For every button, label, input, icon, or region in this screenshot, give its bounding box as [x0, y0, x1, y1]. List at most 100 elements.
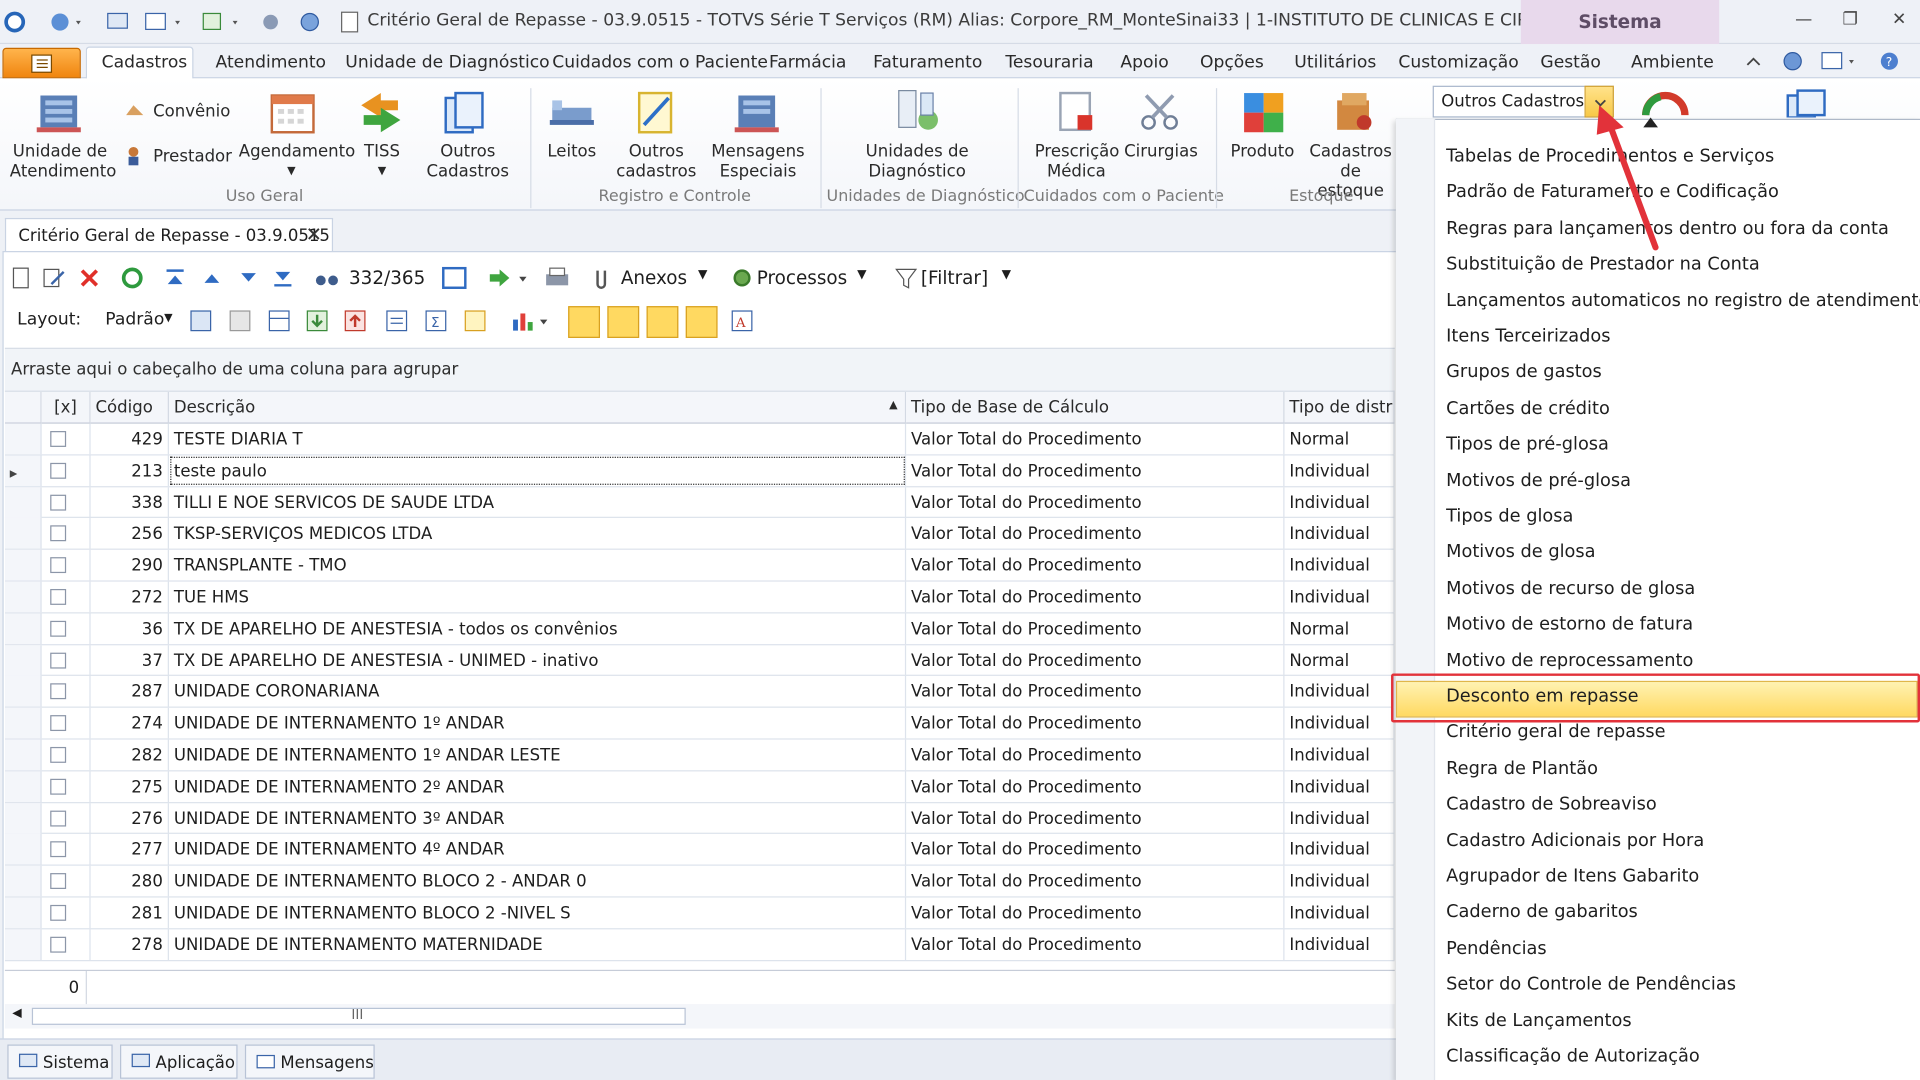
dropdown-item[interactable]: Tabelas de Procedimentos e Serviços [1446, 147, 1774, 167]
dropdown-item[interactable]: Cadastro de Sobreaviso [1446, 795, 1657, 815]
tab-cadastros[interactable]: Cadastros [102, 53, 188, 73]
layout-window-icon[interactable] [1820, 50, 1862, 72]
leitos-button[interactable]: Leitos [547, 142, 596, 162]
column-header-codigo[interactable]: Código [90, 391, 169, 424]
dropdown-item[interactable]: Itens Terceirizados [1446, 327, 1610, 347]
tiss-button[interactable]: TISS [364, 142, 401, 162]
row-indicator[interactable] [4, 644, 42, 676]
quick-access-help-globe-icon[interactable] [299, 11, 323, 33]
row-checkbox[interactable] [50, 841, 67, 858]
dropdown-item[interactable]: Substituição de Prestador na Conta [1446, 255, 1760, 275]
row-indicator[interactable] [4, 834, 42, 865]
row-indicator[interactable] [4, 929, 42, 960]
edit-record-icon[interactable] [42, 267, 66, 289]
column-header-select[interactable]: [x] [41, 391, 91, 424]
import-icon[interactable] [305, 309, 329, 333]
dropdown-item[interactable]: Regras para lançamentos dentro ou fora d… [1446, 219, 1889, 239]
group-by-panel[interactable]: Arraste aqui o cabeçalho de uma coluna p… [4, 347, 1395, 392]
row-indicator[interactable] [4, 550, 42, 581]
table-row[interactable]: 275 UNIDADE DE INTERNAMENTO 2º ANDAR Valor… [4, 771, 1395, 803]
context-tab-sistema[interactable]: Sistema [1520, 0, 1720, 45]
dropdown-item[interactable]: Padrão de Faturamento e Codificação [1446, 183, 1779, 203]
dropdown-item[interactable]: Tipos de glosa [1446, 507, 1573, 527]
row-checkbox[interactable] [50, 557, 67, 574]
processos-button[interactable]: Processos [757, 267, 847, 289]
font-icon[interactable]: A [730, 309, 754, 333]
tab-ambiente[interactable]: Ambiente [1631, 53, 1714, 73]
next-record-icon[interactable] [238, 267, 260, 289]
chart-icon[interactable] [509, 309, 551, 333]
table-row[interactable]: 281 UNIDADE DE INTERNAMENTO BLOCO 2 -NIVE… [4, 897, 1395, 930]
agendamento-button[interactable]: Agendamento [239, 142, 355, 162]
view-mode-1-button[interactable] [568, 306, 601, 338]
new-record-icon[interactable] [10, 267, 32, 289]
cell-descricao[interactable]: UNIDADE DE INTERNAMENTO 4º ANDAR [169, 834, 907, 865]
cell-descricao[interactable]: TESTE DIARIA T [169, 423, 907, 455]
row-indicator[interactable] [4, 423, 42, 455]
print-icon[interactable] [544, 266, 571, 290]
navigate-arrow-icon[interactable] [487, 267, 534, 289]
close-tab-icon[interactable]: ✕ [306, 223, 322, 246]
row-checkbox[interactable] [50, 588, 67, 605]
save-layout-icon[interactable] [189, 309, 213, 333]
app-logo-icon[interactable] [4, 11, 26, 33]
tab-farmacia[interactable]: Farmácia [769, 53, 846, 73]
previous-record-icon[interactable] [201, 267, 223, 289]
table-row[interactable]: 290 TRANSPLANTE - TMO Valor Total do Proce… [4, 550, 1395, 582]
bottom-tab-sistema[interactable]: Sistema [7, 1044, 113, 1079]
cell-descricao[interactable]: UNIDADE DE INTERNAMENTO 3º ANDAR [169, 802, 907, 834]
collapse-ribbon-icon[interactable] [1744, 53, 1764, 70]
processos-dropdown-icon[interactable]: ▼ [857, 268, 866, 281]
table-row[interactable]: 287 UNIDADE CORONARIANA Valor Total do Pro… [4, 676, 1395, 708]
row-checkbox[interactable] [50, 904, 67, 921]
row-checkbox[interactable] [50, 715, 67, 732]
row-checkbox[interactable] [50, 936, 67, 953]
dropdown-item[interactable]: Pendências [1446, 939, 1547, 959]
dropdown-item[interactable]: Cartões de crédito [1446, 399, 1610, 419]
scrollbar-thumb[interactable]: III [31, 1007, 686, 1025]
table-row[interactable]: 280 UNIDADE DE INTERNAMENTO BLOCO 2 - AND… [4, 865, 1395, 898]
layout-dropdown-icon[interactable]: ▼ [164, 312, 172, 324]
row-checkbox[interactable] [50, 778, 67, 795]
cell-descricao[interactable]: UNIDADE DE INTERNAMENTO MATERNIDADE [169, 929, 907, 960]
dropdown-item[interactable]: Lançamentos automaticos no registro de a… [1446, 291, 1920, 311]
row-indicator[interactable] [4, 581, 42, 613]
delete-layout-icon[interactable] [228, 309, 252, 333]
row-checkbox[interactable] [50, 525, 67, 542]
table-row[interactable]: 36 TX DE APARELHO DE ANESTESIA - todos os… [4, 613, 1395, 645]
dropdown-item[interactable]: Grupos de gastos [1446, 363, 1602, 383]
dropdown-item[interactable]: Caderno de gabaritos [1446, 903, 1638, 923]
restore-button[interactable]: ❐ [1837, 10, 1864, 34]
row-indicator[interactable] [4, 486, 42, 518]
column-header-descricao[interactable]: Descrição ▲ [168, 391, 907, 424]
cell-descricao[interactable]: TUE HMS [169, 581, 907, 613]
dropdown-item[interactable]: Setor do Controle de Pendências [1446, 975, 1736, 995]
globe-icon[interactable] [1780, 50, 1804, 72]
dropdown-item[interactable]: Classificação de Autorização [1446, 1047, 1700, 1067]
tab-faturamento[interactable]: Faturamento [873, 53, 982, 73]
filtrar-button[interactable]: [Filtrar] [921, 267, 988, 289]
produto-button[interactable]: Produto [1229, 142, 1295, 162]
dropdown-item[interactable]: Motivos de glosa [1446, 543, 1595, 563]
row-checkbox[interactable] [50, 462, 67, 479]
bottom-tab-aplicacao[interactable]: Aplicação [120, 1044, 238, 1079]
tab-gestao[interactable]: Gestão [1540, 53, 1600, 73]
dropdown-item[interactable]: Motivos de pré-glosa [1446, 471, 1631, 491]
tab-cuidados-paciente[interactable]: Cuidados com o Paciente [552, 53, 768, 73]
refresh-icon[interactable] [120, 266, 144, 290]
view-mode-4-button[interactable] [685, 306, 718, 338]
cell-descricao[interactable]: UNIDADE DE INTERNAMENTO 1º ANDAR [169, 707, 907, 739]
dropdown-item[interactable]: Motivos de recurso de glosa [1446, 579, 1695, 599]
prescricao-medica-button[interactable]: Prescrição Médica [1035, 142, 1120, 181]
row-indicator[interactable] [4, 739, 42, 771]
minimize-button[interactable]: — [1790, 10, 1817, 34]
row-checkbox[interactable] [50, 494, 67, 511]
row-indicator[interactable] [4, 897, 42, 929]
horizontal-scrollbar[interactable]: ◀ III [4, 1004, 1395, 1029]
cell-descricao[interactable]: TRANSPLANTE - TMO [169, 550, 907, 581]
row-checkbox[interactable] [50, 746, 67, 763]
row-indicator[interactable] [4, 771, 42, 802]
layout-select[interactable]: Padrão [105, 310, 164, 330]
dropdown-item[interactable]: Agrupador de Itens Gabarito [1446, 867, 1699, 887]
cell-descricao[interactable]: TILLI E NOE SERVICOS DE SAUDE LTDA [169, 486, 907, 518]
